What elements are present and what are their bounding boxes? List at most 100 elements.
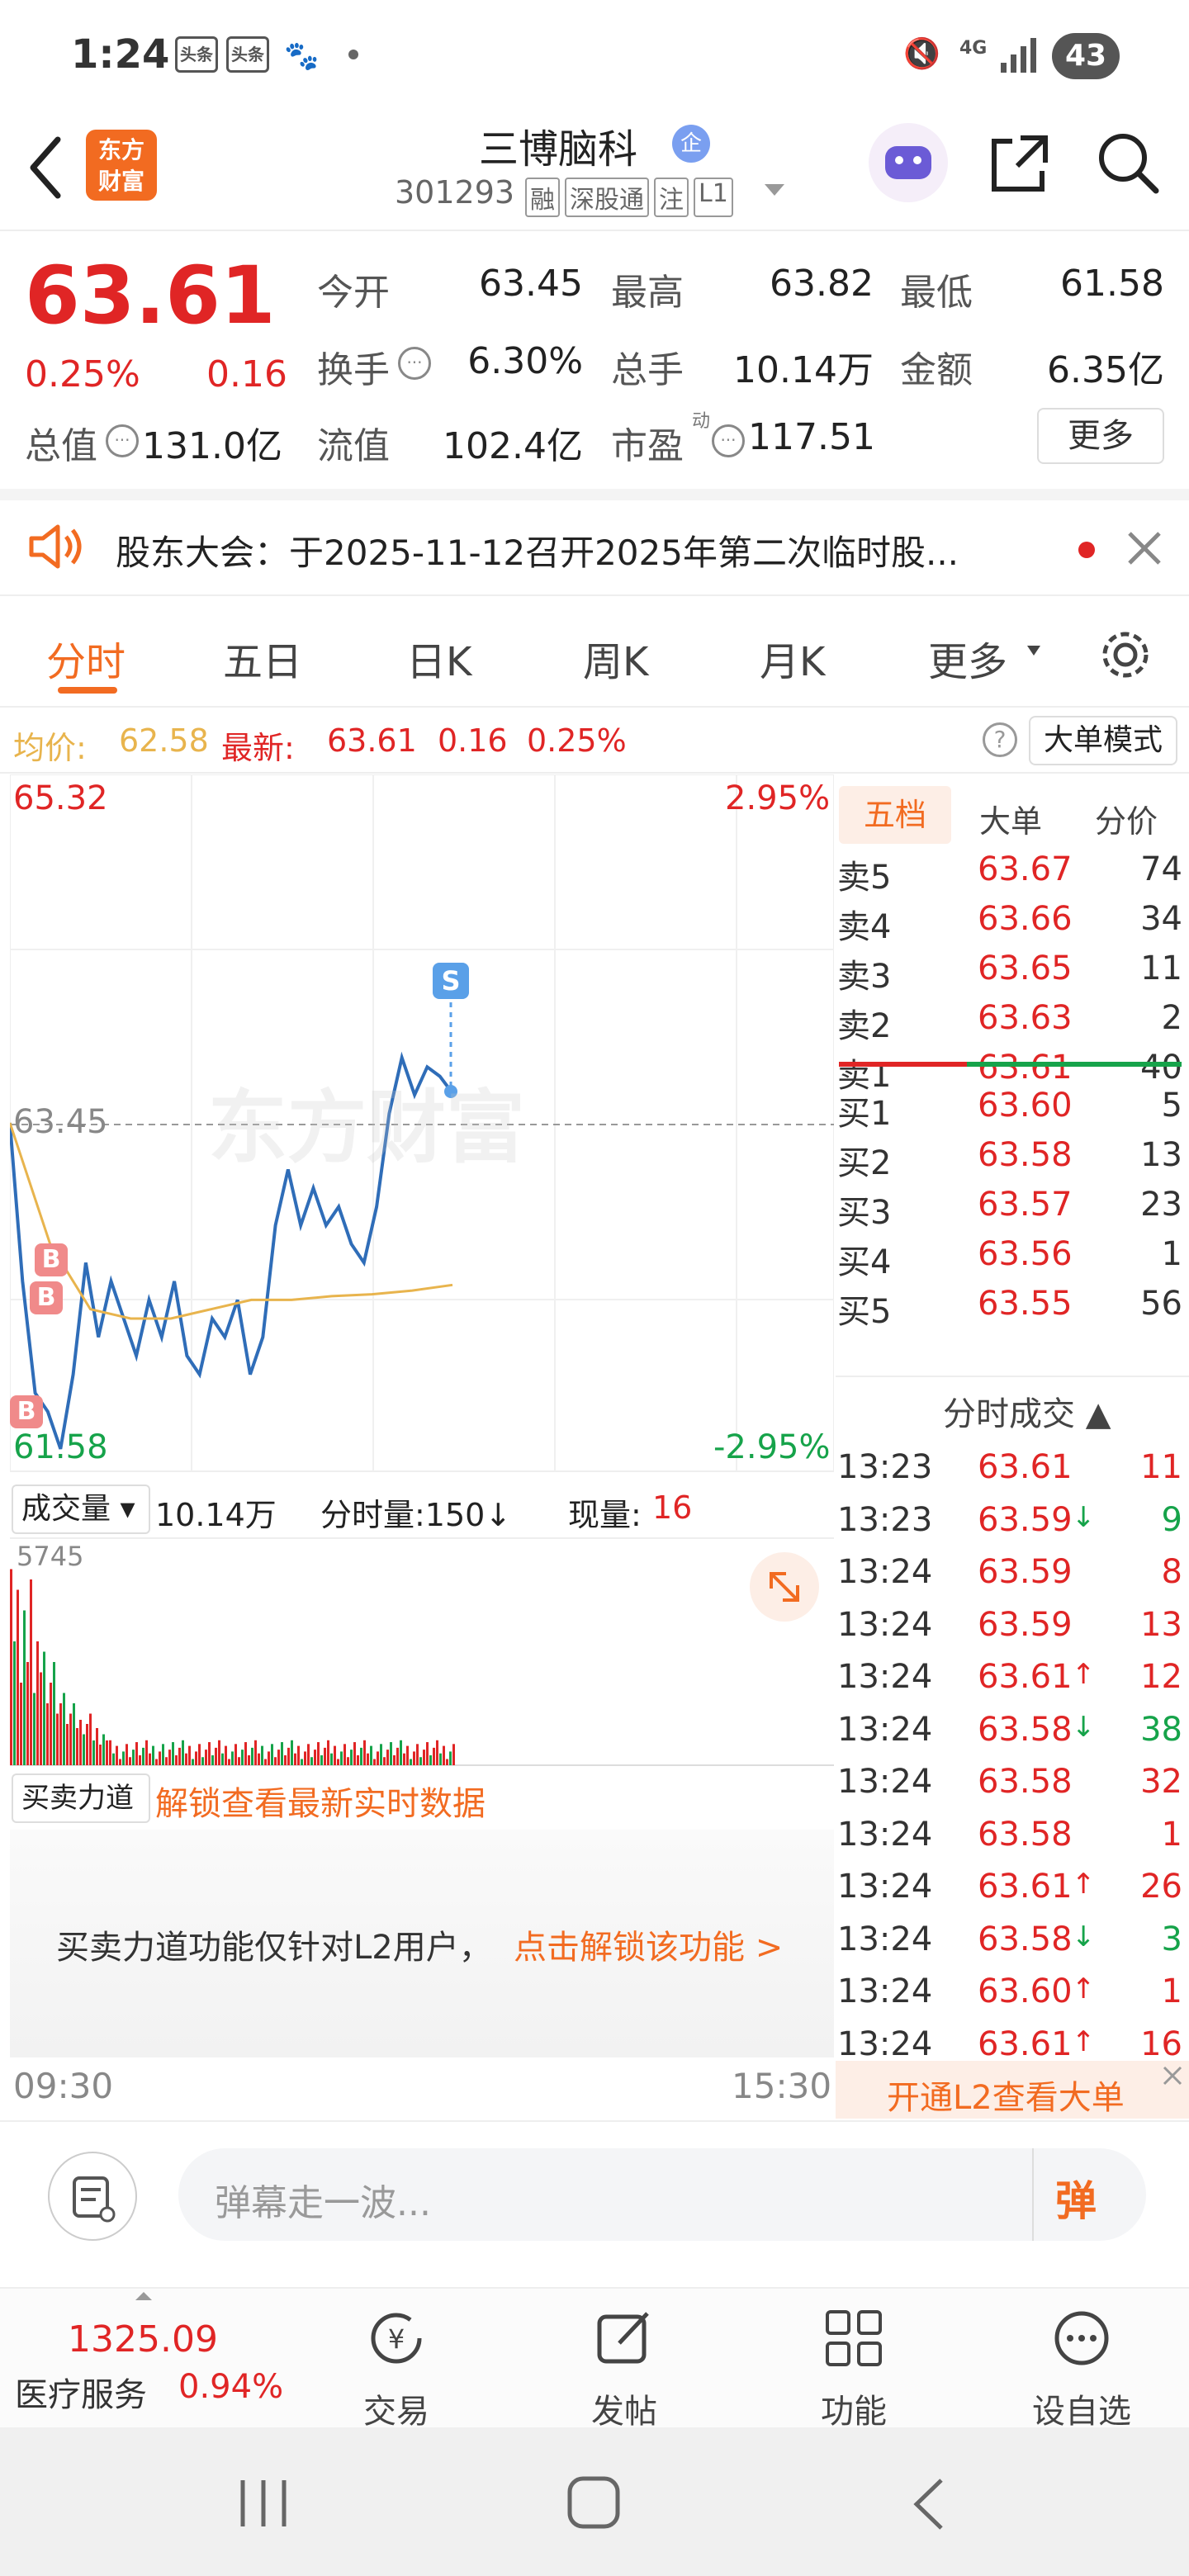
- tick-time: 13:24: [837, 2024, 933, 2063]
- volume-selector[interactable]: 成交量 ▾: [12, 1485, 150, 1534]
- volume-bar: [433, 1747, 435, 1765]
- force-selector[interactable]: 买卖力道 ▾: [12, 1773, 150, 1861]
- info-icon[interactable]: ···: [712, 424, 745, 457]
- tick-arrow: ↓: [1072, 1920, 1096, 1953]
- info-icon[interactable]: ···: [106, 424, 139, 457]
- system-nav: [0, 2427, 1189, 2576]
- nav-label: 交易: [363, 2393, 429, 2431]
- volume-bar: [426, 1742, 429, 1765]
- logo-line: 财富: [97, 168, 144, 195]
- volume-bar: [20, 1683, 22, 1765]
- ask-level: 卖3: [837, 958, 892, 996]
- info-icon[interactable]: ···: [398, 347, 431, 380]
- volume-bar: [291, 1740, 293, 1765]
- nav-post[interactable]: 发帖: [558, 2305, 690, 2432]
- volume-bar: [218, 1740, 220, 1765]
- volume-bar: [423, 1750, 425, 1765]
- logo-line: 东方: [97, 136, 144, 163]
- tab-weekly-k[interactable]: 周K: [583, 629, 648, 687]
- l2-banner[interactable]: 开通L2查看大单: [836, 2061, 1189, 2119]
- volume-bar: [281, 1742, 283, 1765]
- tab-monthly-k[interactable]: 月K: [760, 629, 825, 687]
- tab-five-levels[interactable]: 五档: [839, 786, 951, 844]
- volume-bar: [43, 1651, 45, 1765]
- gear-icon[interactable]: [1097, 626, 1154, 684]
- ask-volume: 11: [1140, 949, 1182, 987]
- bid-level: 买5: [837, 1293, 892, 1331]
- comment-list-icon[interactable]: [48, 2152, 137, 2241]
- help-icon[interactable]: ?: [983, 722, 1017, 757]
- change-percent: 0.25%: [25, 353, 140, 395]
- edit-icon: [597, 2312, 649, 2364]
- volume-bar: [192, 1759, 194, 1765]
- caret-down-icon[interactable]: [765, 184, 784, 196]
- back-nav-icon[interactable]: [908, 2475, 950, 2533]
- more-button[interactable]: 更多: [1037, 408, 1164, 464]
- ticks-title[interactable]: 分时成交 ▲: [943, 1387, 1111, 1435]
- search-icon[interactable]: [1095, 130, 1161, 196]
- bid-level: 买4: [837, 1243, 892, 1281]
- intraday-chart[interactable]: 东方财富 65.32 63.45 61.58 2.95% -2.95% S B …: [10, 774, 834, 1475]
- nav-functions[interactable]: 功能: [788, 2305, 920, 2432]
- tab-price-levels[interactable]: 分价: [1095, 796, 1158, 841]
- tick-price: 63.59: [978, 1605, 1073, 1644]
- volume-bar: [142, 1747, 144, 1765]
- buy-marker[interactable]: B: [10, 1395, 43, 1428]
- tick-time: 13:23: [837, 1500, 933, 1539]
- home-icon[interactable]: [565, 2474, 623, 2531]
- volume-bar: [271, 1744, 273, 1765]
- buy-marker[interactable]: B: [30, 1281, 63, 1314]
- volume-bar: [343, 1744, 346, 1765]
- tick-price: 63.61: [978, 1448, 1073, 1486]
- index-name[interactable]: 医疗服务: [15, 2368, 147, 2416]
- tab-big-orders[interactable]: 大单: [979, 796, 1042, 841]
- volume-bar: [241, 1750, 244, 1765]
- tag: 深股通: [565, 178, 649, 217]
- time-end: 15:30: [732, 2066, 832, 2106]
- index-value[interactable]: 1325.09: [68, 2318, 218, 2361]
- tab-five-day[interactable]: 五日: [223, 629, 302, 687]
- volume-bar: [92, 1740, 95, 1765]
- tick-volume: 1: [1161, 1972, 1182, 2010]
- l2-unlock-link[interactable]: 点击解锁该功能 >: [514, 1920, 783, 1968]
- volume-bar: [30, 1579, 32, 1765]
- notice-text[interactable]: 股东大会：于2025-11-12召开2025年第二次临时股...: [116, 525, 1032, 575]
- status-time: 1:24: [71, 31, 170, 78]
- volume-bar: [383, 1757, 386, 1765]
- share-icon[interactable]: [988, 130, 1054, 196]
- volume-bar: [165, 1757, 168, 1765]
- sell-marker[interactable]: S: [433, 963, 469, 999]
- nav-label: 发帖: [591, 2393, 657, 2431]
- recent-apps-icon[interactable]: [234, 2477, 292, 2530]
- tick-row: 13:24 63.58 1: [836, 1809, 1189, 1859]
- danmu-toggle-icon[interactable]: 弹: [1055, 2168, 1097, 2228]
- tab-intraday[interactable]: 分时: [46, 629, 126, 687]
- nav-trade[interactable]: ¥ 交易: [330, 2305, 462, 2432]
- expand-icon[interactable]: [750, 1552, 819, 1622]
- big-order-mode-button[interactable]: 大单模式: [1029, 716, 1177, 765]
- tick-time: 13:23: [837, 1448, 933, 1486]
- tab-daily-k[interactable]: 日K: [406, 629, 471, 687]
- float-value: 102.4亿: [443, 425, 583, 467]
- enterprise-badge: 企: [672, 125, 710, 163]
- ask-level: 卖4: [837, 908, 892, 946]
- ask-price: 63.63: [978, 999, 1073, 1037]
- robot-avatar-icon[interactable]: [869, 123, 948, 202]
- buy-marker[interactable]: B: [35, 1243, 68, 1276]
- danmu-input[interactable]: 弹幕走一波... 弹: [178, 2148, 1146, 2241]
- close-icon[interactable]: [1161, 2064, 1184, 2087]
- order-book: 五档 大单 分价 卖5 63.67 74 卖4 63.66 34 卖3 63.65 11 卖2 63…: [836, 774, 1189, 2120]
- nav-add-watchlist[interactable]: 设自选: [1016, 2305, 1148, 2432]
- unlock-link[interactable]: 解锁查看最新实时数据: [155, 1777, 486, 1825]
- back-icon[interactable]: [25, 135, 66, 201]
- volume-bar: [419, 1757, 422, 1765]
- volume-chart[interactable]: 5745: [10, 1539, 834, 1767]
- force-panel: 买卖力道功能仅针对L2用户， 点击解锁该功能 >: [10, 1830, 834, 2057]
- notice-bar[interactable]: 股东大会：于2025-11-12召开2025年第二次临时股...: [0, 489, 1189, 596]
- app-logo[interactable]: 东方 财富: [86, 130, 157, 201]
- volume-bar: [449, 1751, 452, 1765]
- volume-bar: [258, 1753, 260, 1765]
- tab-more[interactable]: 更多: [928, 629, 1007, 687]
- volume-bar: [274, 1757, 277, 1765]
- close-icon[interactable]: [1126, 530, 1163, 566]
